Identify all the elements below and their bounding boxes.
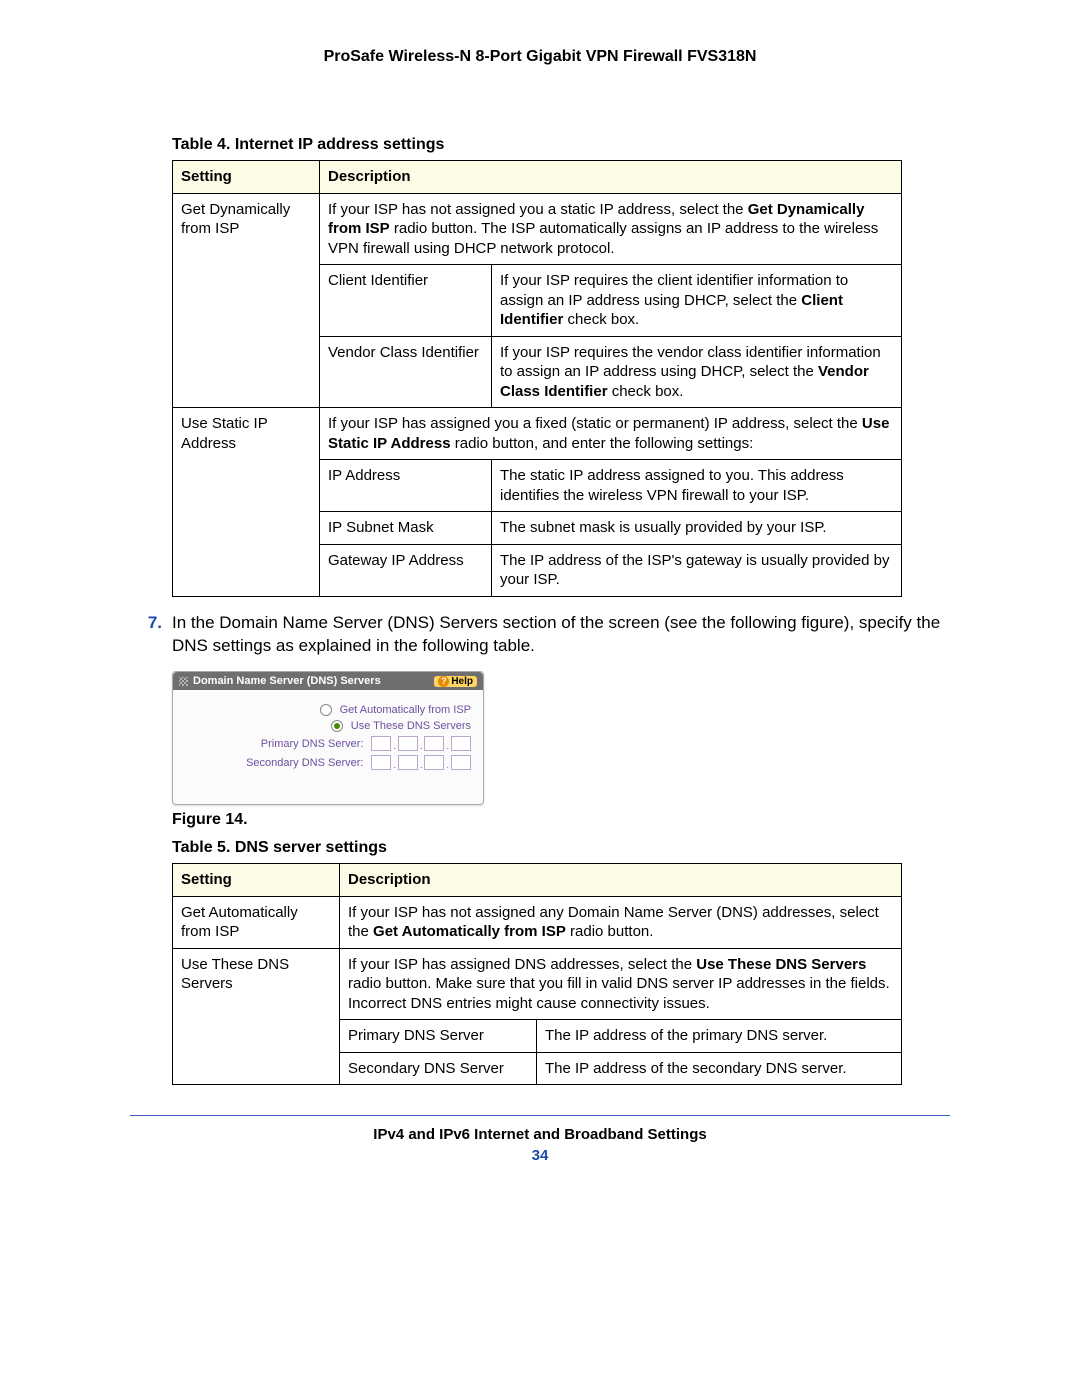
dns-panel-body: Get Automatically from ISP Use These DNS… [173,690,483,804]
help-badge[interactable]: ? Help [434,676,477,687]
table4-header-description: Description [320,161,902,194]
dns-panel-title: Domain Name Server (DNS) Servers [193,675,381,687]
step-7: 7. In the Domain Name Server (DNS) Serve… [130,611,950,658]
text: check box. [563,311,639,328]
table4-subnet-desc: The subnet mask is usually provided by y… [492,512,902,545]
table5-secondary-label: Secondary DNS Server [340,1052,537,1085]
radio-use-these-dns[interactable] [331,720,343,732]
bold-text: Get Automatically from ISP [373,923,566,940]
table4: Setting Description Get Dynamically from… [172,160,902,597]
table5-primary-desc: The IP address of the primary DNS server… [537,1020,902,1053]
table4-vendor-label: Vendor Class Identifier [320,336,492,408]
footer-rule [130,1115,950,1116]
table4-gateway-desc: The IP address of the ISP's gateway is u… [492,544,902,596]
table5-caption: Table 5. DNS server settings [172,839,950,857]
table4-gateway-label: Gateway IP Address [320,544,492,596]
table5-auto-label: Get Automatically from ISP [173,896,340,948]
grip-icon [179,677,188,686]
table5-use-label: Use These DNS Servers [173,948,340,1085]
option-use-these-dns: Use These DNS Servers [351,720,471,732]
table4-dyn-desc: If your ISP has not assigned you a stati… [320,193,902,265]
primary-dns-input[interactable]: ... [371,736,471,751]
text: radio button. The ISP automatically assi… [328,220,878,257]
document-page: ProSafe Wireless-N 8-Port Gigabit VPN Fi… [0,0,1080,1397]
dns-panel: Domain Name Server (DNS) Servers ? Help … [172,671,484,805]
text: If your ISP has assigned you a fixed (st… [328,415,862,432]
document-title: ProSafe Wireless-N 8-Port Gigabit VPN Fi… [130,48,950,66]
table5-header-description: Description [340,864,902,897]
text: radio button. [566,923,654,940]
step-text: In the Domain Name Server (DNS) Servers … [172,611,950,658]
text: radio button. Make sure that you fill in… [348,975,890,1012]
table4-vendor-desc: If your ISP requires the vendor class id… [492,336,902,408]
table4-dyn-label: Get Dynamically from ISP [173,193,320,408]
help-label: Help [451,676,473,687]
table4-static-desc: If your ISP has assigned you a fixed (st… [320,408,902,460]
table4-caption: Table 4. Internet IP address settings [172,136,950,154]
text: If your ISP requires the client identifi… [500,272,848,309]
table4-clientid-desc: If your ISP requires the client identifi… [492,265,902,337]
text: If your ISP has not assigned you a stati… [328,201,748,218]
table4-static-label: Use Static IP Address [173,408,320,597]
option-get-automatically: Get Automatically from ISP [340,704,471,716]
table5-header-setting: Setting [173,864,340,897]
bold-text: Use These DNS Servers [696,956,866,973]
radio-get-automatically[interactable] [320,704,332,716]
table5-use-desc: If your ISP has assigned DNS addresses, … [340,948,902,1020]
help-icon: ? [438,676,449,687]
table4-ipaddr-label: IP Address [320,460,492,512]
secondary-dns-label: Secondary DNS Server: [185,757,363,769]
table5-primary-label: Primary DNS Server [340,1020,537,1053]
footer-page-number: 34 [130,1147,950,1164]
text: If your ISP has assigned DNS addresses, … [348,956,696,973]
figure14-caption: Figure 14. [172,811,950,829]
table4-subnet-label: IP Subnet Mask [320,512,492,545]
secondary-dns-input[interactable]: ... [371,755,471,770]
step-number: 7. [130,611,162,658]
table4-ipaddr-desc: The static IP address assigned to you. T… [492,460,902,512]
table5-secondary-desc: The IP address of the secondary DNS serv… [537,1052,902,1085]
primary-dns-label: Primary DNS Server: [185,738,363,750]
table4-header-setting: Setting [173,161,320,194]
text: check box. [608,383,684,400]
dns-panel-header: Domain Name Server (DNS) Servers ? Help [173,672,483,690]
footer-section-title: IPv4 and IPv6 Internet and Broadband Set… [130,1126,950,1143]
table5-auto-desc: If your ISP has not assigned any Domain … [340,896,902,948]
table4-clientid-label: Client Identifier [320,265,492,337]
text: radio button, and enter the following se… [451,435,754,452]
table5: Setting Description Get Automatically fr… [172,863,902,1085]
